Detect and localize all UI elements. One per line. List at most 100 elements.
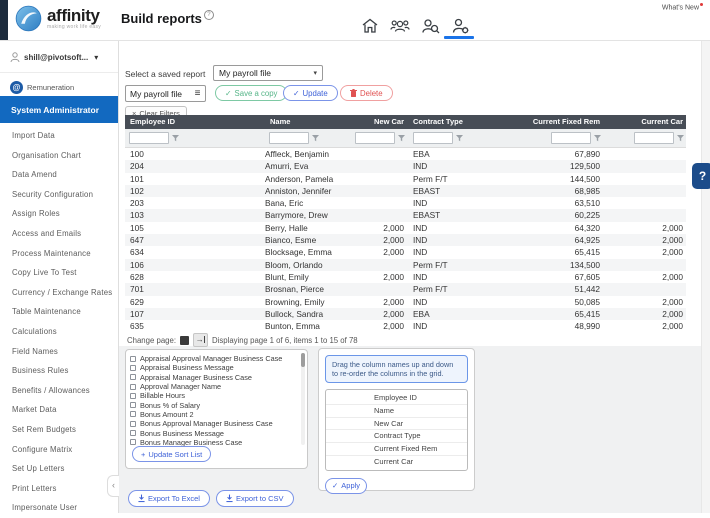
column-header[interactable]: Current Car — [603, 115, 686, 129]
sort-field-checkbox[interactable] — [130, 430, 136, 436]
sort-field-checkbox[interactable] — [130, 365, 136, 371]
sidebar-menu-item[interactable]: Table Maintenance — [0, 302, 118, 322]
column-filter-input[interactable] — [269, 132, 309, 144]
sort-field-checkbox[interactable] — [130, 402, 136, 408]
draggable-column-item[interactable]: Contract Type — [326, 430, 467, 443]
column-filter-input[interactable] — [413, 132, 453, 144]
table-row[interactable]: 103 Barrymore, Drew EBAST 60,225 — [125, 209, 686, 221]
filter-funnel-icon[interactable] — [594, 135, 601, 142]
sidebar-section-system-administrator[interactable]: System Administrator — [0, 96, 118, 123]
sort-field-item[interactable]: Bonus % of Salary — [130, 400, 297, 409]
sort-field-item[interactable]: Bonus Approval Manager Business Case — [130, 419, 297, 428]
first-page-button[interactable] — [180, 336, 189, 345]
person-search-icon[interactable] — [420, 16, 440, 36]
sort-field-item[interactable]: Appraisal Manager Business Case — [130, 373, 297, 382]
column-header[interactable]: Current Fixed Rem — [517, 115, 603, 129]
sidebar-menu-item[interactable]: Assign Roles — [0, 204, 118, 224]
draggable-column-item[interactable]: Employee ID — [326, 392, 467, 405]
help-button[interactable]: ? — [692, 163, 710, 189]
sort-field-checkbox[interactable] — [130, 439, 136, 445]
filter-funnel-icon[interactable] — [312, 135, 319, 142]
person-settings-icon[interactable] — [450, 16, 470, 36]
report-name-input[interactable] — [125, 85, 198, 102]
sidebar-menu-item[interactable]: Configure Matrix — [0, 440, 118, 460]
export-to-excel-button[interactable]: Export To Excel — [128, 490, 210, 507]
table-row[interactable]: 203 Bana, Eric IND 63,510 — [125, 197, 686, 209]
sort-field-item[interactable]: Appraisal Approval Manager Business Case — [130, 354, 297, 363]
table-row[interactable]: 102 Anniston, Jennifer EBAST 68,985 — [125, 185, 686, 197]
scrollbar-thumb[interactable] — [301, 353, 305, 367]
report-menu-icon[interactable]: ≡ — [190, 85, 206, 102]
delete-button[interactable]: Delete — [340, 85, 393, 101]
table-row[interactable]: 647 Bianco, Esme 2,000 IND 64,925 2,000 — [125, 234, 686, 246]
module-remuneration[interactable]: @ Remuneration — [0, 78, 118, 96]
sidebar-menu-item[interactable]: Impersonate User — [0, 498, 118, 518]
column-filter-input[interactable] — [129, 132, 169, 144]
sort-field-item[interactable]: Approval Manager Name — [130, 382, 297, 391]
filter-funnel-icon[interactable] — [456, 135, 463, 142]
sidebar-menu-item[interactable]: Market Data — [0, 400, 118, 420]
apply-button[interactable]: ✓Apply — [325, 478, 367, 494]
table-row[interactable]: 101 Anderson, Pamela Perm F/T 144,500 — [125, 173, 686, 185]
sidebar-menu-item[interactable]: Set Rem Budgets — [0, 420, 118, 440]
filter-funnel-icon[interactable] — [677, 135, 684, 142]
sidebar-menu-item[interactable]: Security Configuration — [0, 185, 118, 205]
org-group-icon[interactable] — [390, 16, 410, 36]
sort-list-scrollbar[interactable] — [301, 353, 305, 445]
sort-field-item[interactable]: Billable Hours — [130, 391, 297, 400]
draggable-column-item[interactable]: Current Fixed Rem — [326, 443, 467, 456]
user-menu[interactable]: shill@pivotsoft... ▾ — [0, 46, 118, 68]
draggable-column-item[interactable]: Current Car — [326, 456, 467, 468]
table-row[interactable]: 628 Blunt, Emily 2,000 IND 67,605 2,000 — [125, 271, 686, 283]
table-row[interactable]: 107 Bullock, Sandra 2,000 EBA 65,415 2,0… — [125, 308, 686, 320]
update-button[interactable]: ✓Update — [283, 85, 338, 101]
sidebar-menu-item[interactable]: Copy Live To Test — [0, 263, 118, 283]
sidebar-menu-item[interactable]: Field Names — [0, 342, 118, 362]
save-a-copy-button[interactable]: ✓Save a copy — [215, 85, 287, 101]
sort-field-checkbox[interactable] — [130, 421, 136, 427]
table-row[interactable]: 204 Amurri, Eva IND 129,500 — [125, 160, 686, 172]
home-icon[interactable] — [360, 16, 380, 36]
column-header[interactable]: Contract Type — [407, 115, 517, 129]
sidebar-menu-item[interactable]: Data Amend — [0, 165, 118, 185]
table-row[interactable]: 629 Browning, Emily 2,000 IND 50,085 2,0… — [125, 296, 686, 308]
sidebar-menu-item[interactable]: Calculations — [0, 322, 118, 342]
sidebar-menu-item[interactable]: Business Rules — [0, 361, 118, 381]
update-sort-list-button[interactable]: +Update Sort List — [132, 446, 211, 462]
column-header[interactable]: Employee ID — [125, 115, 265, 129]
draggable-column-item[interactable]: New Car — [326, 418, 467, 431]
sidebar-menu-item[interactable]: Benefits / Allowances — [0, 381, 118, 401]
column-header[interactable]: New Car — [350, 115, 407, 129]
draggable-column-item[interactable]: Name — [326, 405, 467, 418]
sidebar-menu-item[interactable]: Currency / Exchange Rates — [0, 283, 118, 303]
sidebar-menu-item[interactable]: Organisation Chart — [0, 146, 118, 166]
sort-field-checkbox[interactable] — [130, 393, 136, 399]
sidebar-menu-item[interactable]: Import Data — [0, 126, 118, 146]
table-row[interactable]: 105 Berry, Halle 2,000 IND 64,320 2,000 — [125, 222, 686, 234]
sort-field-item[interactable]: Appraisal Business Message — [130, 363, 297, 372]
export-to-csv-button[interactable]: Export to CSV — [216, 490, 294, 507]
sort-field-checkbox[interactable] — [130, 374, 136, 380]
affinity-logo[interactable]: affinity making work life easy — [15, 5, 101, 32]
sort-field-checkbox[interactable] — [130, 411, 136, 417]
sort-field-item[interactable]: Bonus Amount 2 — [130, 410, 297, 419]
page-scrollbar[interactable] — [701, 40, 710, 513]
column-filter-input[interactable] — [634, 132, 674, 144]
sort-field-checkbox[interactable] — [130, 384, 136, 390]
sidebar-menu-item[interactable]: Print Letters — [0, 479, 118, 499]
column-filter-input[interactable] — [355, 132, 395, 144]
table-row[interactable]: 701 Brosnan, Pierce Perm F/T 51,442 — [125, 283, 686, 295]
table-row[interactable]: 634 Blocksage, Emma 2,000 IND 65,415 2,0… — [125, 246, 686, 258]
sidebar-menu-item[interactable]: Access and Emails — [0, 224, 118, 244]
next-page-button[interactable]: → — [193, 333, 208, 347]
column-header[interactable]: Name — [265, 115, 350, 129]
page-help-icon[interactable]: ? — [204, 10, 214, 20]
whats-new-link[interactable]: What's New — [662, 3, 703, 11]
table-row[interactable]: 100 Affleck, Benjamin EBA 67,890 — [125, 148, 686, 160]
sort-field-item[interactable]: Bonus Business Message — [130, 428, 297, 437]
sort-field-checkbox[interactable] — [130, 356, 136, 362]
sidebar-collapse-button[interactable]: ‹ — [107, 475, 119, 497]
table-row[interactable]: 635 Bunton, Emma 2,000 IND 48,990 2,000 — [125, 320, 686, 332]
filter-funnel-icon[interactable] — [398, 135, 405, 142]
saved-report-select[interactable]: My payroll file ▾ — [213, 65, 323, 81]
